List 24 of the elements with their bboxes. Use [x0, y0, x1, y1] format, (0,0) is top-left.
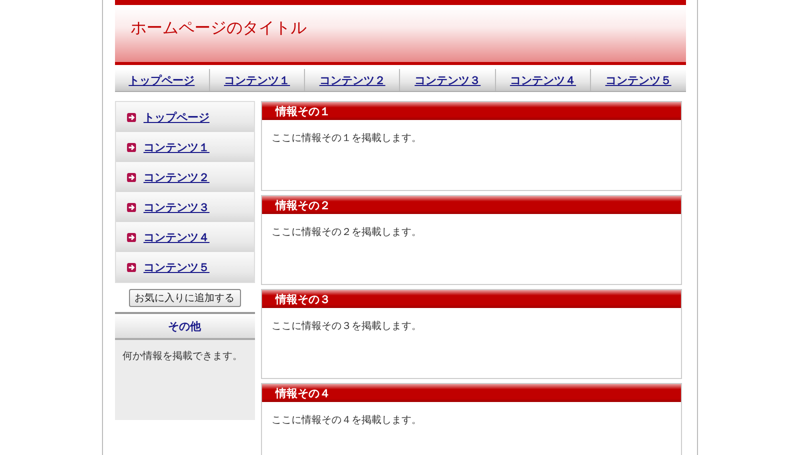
info-text: ここに情報その３を掲載します。 — [272, 320, 422, 333]
info-heading: 情報その２ — [262, 196, 680, 214]
info-heading: 情報その３ — [262, 290, 680, 308]
arrow-icon — [126, 262, 136, 272]
bookmark-button[interactable]: お気に入りに追加する — [128, 289, 240, 307]
info-text: ここに情報その４を掲載します。 — [272, 414, 422, 427]
info-heading: 情報その１ — [262, 102, 680, 120]
other-heading: その他 — [114, 314, 254, 340]
arrow-icon — [126, 232, 136, 242]
nav-link[interactable]: コンテンツ５ — [605, 72, 672, 88]
nav-link[interactable]: コンテンツ２ — [319, 72, 386, 88]
other-text: 何か情報を掲載できます。 — [122, 350, 244, 363]
arrow-icon — [126, 172, 136, 182]
nav-link[interactable]: コンテンツ３ — [414, 72, 481, 88]
info-text: ここに情報その２を掲載します。 — [272, 226, 422, 239]
info-heading: 情報その４ — [262, 384, 680, 402]
nav-link[interactable]: トップページ — [128, 72, 195, 88]
site-title: ホームページのタイトル — [130, 18, 306, 39]
arrow-icon — [126, 142, 136, 152]
nav-link[interactable]: コンテンツ１ — [224, 72, 290, 88]
arrow-icon — [126, 112, 136, 122]
nav-link[interactable]: コンテンツ４ — [510, 72, 576, 88]
info-text: ここに情報その１を掲載します。 — [272, 132, 422, 145]
arrow-icon — [126, 202, 136, 212]
